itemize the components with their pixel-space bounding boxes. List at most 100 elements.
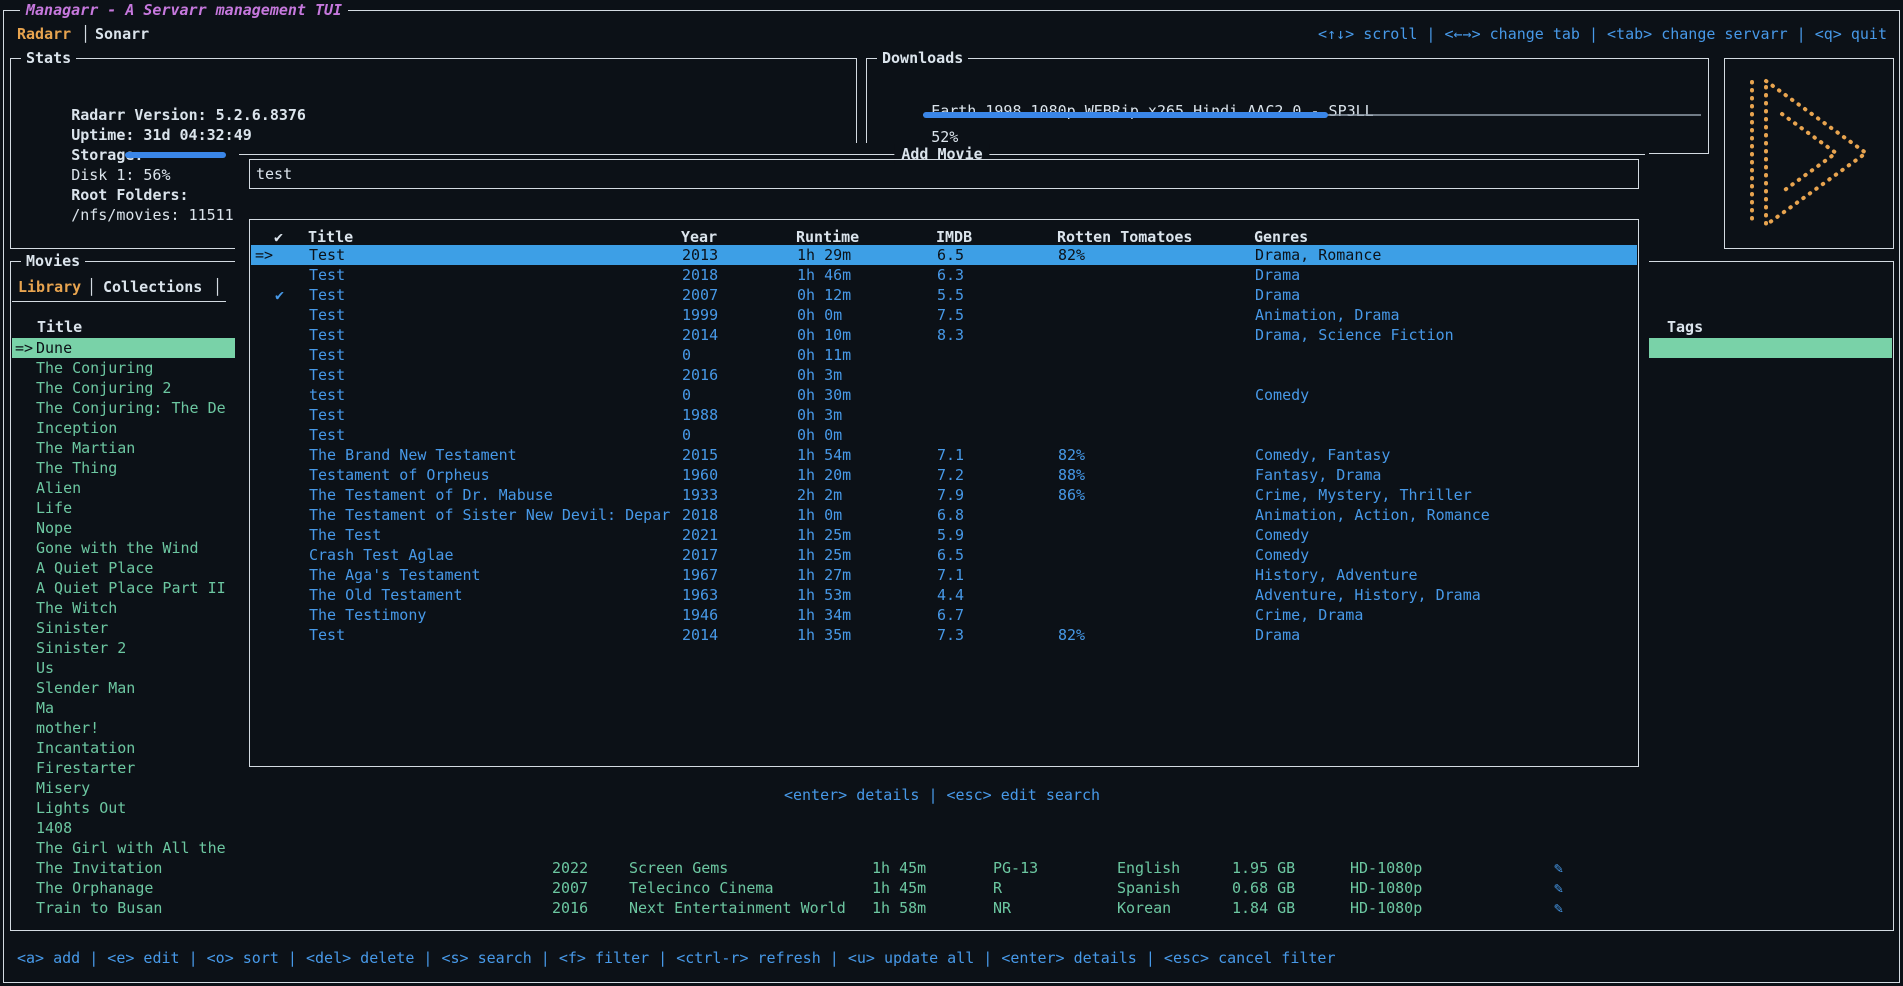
result-title: Test: [309, 425, 345, 445]
result-imdb: 5.5: [937, 285, 964, 305]
add-movie-result-row[interactable]: Test20140h 10m8.3Drama, Science Fiction: [251, 325, 1637, 345]
tab-collections[interactable]: Collections: [103, 277, 202, 297]
logo-panel: [1724, 58, 1894, 249]
result-year: 2016: [682, 365, 718, 385]
result-imdb: 7.1: [937, 445, 964, 465]
result-year: 0: [682, 385, 691, 405]
movie-runtime: 1h 45m: [872, 878, 926, 898]
add-movie-result-row[interactable]: The Old Testament19631h 53m4.4Adventure,…: [251, 585, 1637, 605]
add-movie-result-row[interactable]: The Testament of Sister New Devil: Depar…: [251, 505, 1637, 525]
tab-sonarr[interactable]: Sonarr: [95, 24, 149, 44]
add-movie-result-row[interactable]: ✔Test20070h 12m5.5Drama: [251, 285, 1637, 305]
movie-list-row[interactable]: Train to Busan2016Next Entertainment Wor…: [12, 898, 1892, 918]
add-movie-result-row[interactable]: Test20181h 46m6.3Drama: [251, 265, 1637, 285]
result-year: 2017: [682, 545, 718, 565]
result-imdb: 7.9: [937, 485, 964, 505]
tab-library[interactable]: Library: [18, 277, 81, 297]
add-movie-result-row[interactable]: Test00h 0m: [251, 425, 1637, 445]
monitored-icon: ✎: [1554, 878, 1563, 898]
movie-language: Spanish: [1117, 878, 1180, 898]
add-movie-result-row[interactable]: The Testament of Dr. Mabuse19332h 2m7.98…: [251, 485, 1637, 505]
result-year: 1999: [682, 305, 718, 325]
selection-arrow: =>: [255, 245, 273, 265]
add-movie-result-row[interactable]: Test00h 11m: [251, 345, 1637, 365]
result-rotten-tomatoes: 82%: [1058, 625, 1085, 645]
downloads-panel-title: Downloads: [877, 48, 968, 68]
result-genres: History, Adventure: [1255, 565, 1418, 585]
add-movie-result-row[interactable]: Test19990h 0m7.5Animation, Drama: [251, 305, 1637, 325]
add-movie-result-row[interactable]: test00h 30mComedy: [251, 385, 1637, 405]
result-year: 1960: [682, 465, 718, 485]
add-movie-result-row[interactable]: The Aga's Testament19671h 27m7.1History,…: [251, 565, 1637, 585]
result-title: Test: [309, 625, 345, 645]
add-movie-result-row[interactable]: Testament of Orpheus19601h 20m7.288%Fant…: [251, 465, 1637, 485]
result-title: Test: [309, 265, 345, 285]
result-rotten-tomatoes: 82%: [1058, 445, 1085, 465]
result-year: 2015: [682, 445, 718, 465]
column-header-runtime: Runtime: [796, 227, 859, 247]
stats-panel-title: Stats: [21, 48, 76, 68]
result-year: 2013: [682, 245, 718, 265]
tab-separator: │: [87, 277, 96, 297]
add-movie-search-input[interactable]: [254, 161, 1632, 187]
add-movie-result-row[interactable]: =>Test20131h 29m6.582%Drama, Romance: [251, 245, 1637, 265]
movie-size: 0.68 GB: [1232, 878, 1295, 898]
add-movie-result-row[interactable]: The Brand New Testament20151h 54m7.182%C…: [251, 445, 1637, 465]
result-genres: Crime, Mystery, Thriller: [1255, 485, 1472, 505]
movie-list-row[interactable]: The Invitation2022Screen Gems1h 45mPG-13…: [12, 858, 1892, 878]
movie-title: The Witch: [36, 598, 117, 618]
movie-title: Slender Man: [36, 678, 135, 698]
result-genres: Drama: [1255, 265, 1300, 285]
movie-title: Nope: [36, 518, 72, 538]
add-movie-result-row[interactable]: The Test20211h 25m5.9Comedy: [251, 525, 1637, 545]
result-year: 0: [682, 345, 691, 365]
result-runtime: 1h 53m: [797, 585, 851, 605]
movie-size: 1.95 GB: [1232, 858, 1295, 878]
result-genres: Drama, Science Fiction: [1255, 325, 1454, 345]
checked-icon: ✔: [275, 285, 284, 305]
result-runtime: 0h 12m: [797, 285, 851, 305]
movie-list-row[interactable]: The Orphanage2007Telecinco Cinema1h 45mR…: [12, 878, 1892, 898]
result-title: test: [309, 385, 345, 405]
tab-radarr[interactable]: Radarr: [17, 24, 71, 44]
result-imdb: 4.4: [937, 585, 964, 605]
result-runtime: 0h 30m: [797, 385, 851, 405]
result-year: 2018: [682, 265, 718, 285]
movie-title: Misery: [36, 778, 90, 798]
app-title: Managarr - A Servarr management TUI: [20, 0, 348, 20]
result-title: The Testament of Sister New Devil: Depar: [309, 505, 670, 525]
result-title: The Testament of Dr. Mabuse: [309, 485, 553, 505]
movie-quality: HD-1080p: [1350, 898, 1422, 918]
result-imdb: 5.9: [937, 525, 964, 545]
result-runtime: 1h 34m: [797, 605, 851, 625]
disk-usage-fill: [125, 152, 226, 158]
result-runtime: 1h 54m: [797, 445, 851, 465]
bottom-keybind-help: <a> add | <e> edit | <o> sort | <del> de…: [17, 948, 1336, 968]
add-movie-result-row[interactable]: Test20160h 3m: [251, 365, 1637, 385]
movie-title: Gone with the Wind: [36, 538, 199, 558]
result-year: 2021: [682, 525, 718, 545]
movie-title: Firestarter: [36, 758, 135, 778]
column-header-check: ✔: [274, 227, 283, 247]
movie-quality: HD-1080p: [1350, 858, 1422, 878]
column-header-genres: Genres: [1254, 227, 1308, 247]
column-header-result-title: Title: [308, 227, 353, 247]
result-genres: Drama: [1255, 285, 1300, 305]
add-movie-result-row[interactable]: Crash Test Aglae20171h 25m6.5Comedy: [251, 545, 1637, 565]
result-title: The Aga's Testament: [309, 565, 481, 585]
movie-title: Life: [36, 498, 72, 518]
column-header-year: Year: [681, 227, 717, 247]
movie-title: Dune: [36, 338, 72, 358]
result-imdb: 6.8: [937, 505, 964, 525]
movie-title: Sinister: [36, 618, 108, 638]
add-movie-result-row[interactable]: The Testimony19461h 34m6.7Crime, Drama: [251, 605, 1637, 625]
add-movie-result-row[interactable]: Test20141h 35m7.382%Drama: [251, 625, 1637, 645]
movie-title: Us: [36, 658, 54, 678]
result-genres: Animation, Drama: [1255, 305, 1400, 325]
result-year: 1967: [682, 565, 718, 585]
result-runtime: 1h 27m: [797, 565, 851, 585]
add-movie-result-row[interactable]: Test19880h 3m: [251, 405, 1637, 425]
result-title: Test: [309, 365, 345, 385]
movie-title: Incantation: [36, 738, 135, 758]
result-title: Test: [309, 245, 345, 265]
